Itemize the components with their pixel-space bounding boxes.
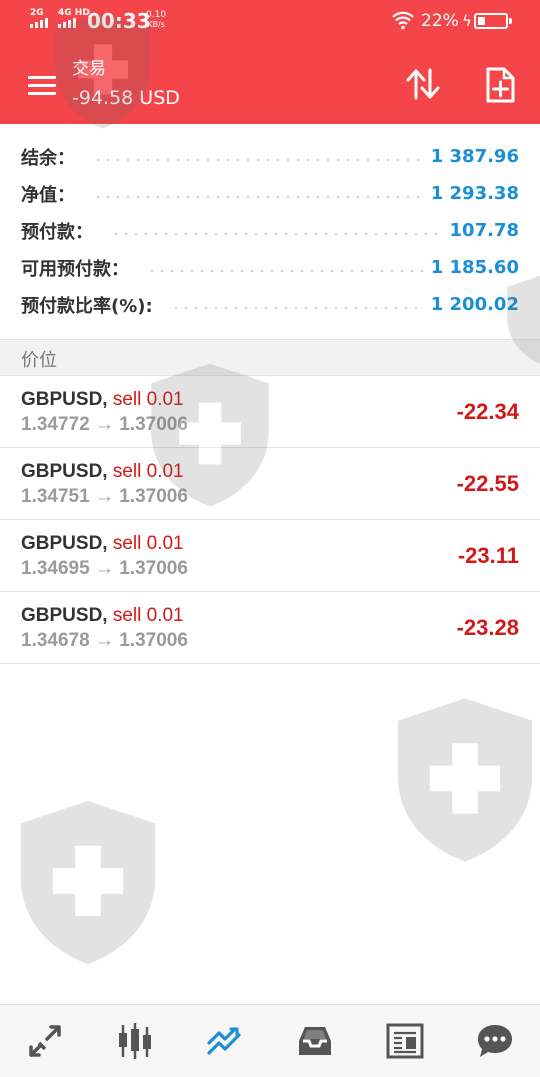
- summary-value: 1 200.02: [430, 294, 519, 315]
- page-title: 交易: [72, 59, 106, 79]
- open-price: 1.34772: [21, 414, 90, 435]
- summary-label: 预付款比率(%):: [21, 295, 153, 317]
- trade-trend-icon: [207, 1027, 241, 1055]
- app-header: 2G 4G HD 00:33 0.10 KB/s 22% ϟ 交易 -94.58…: [0, 0, 540, 124]
- arrow-right-icon: →: [94, 414, 114, 435]
- floating-profit: -94.58 USD: [72, 87, 180, 109]
- network-speed: 0.10 KB/s: [146, 10, 166, 30]
- bottom-navigation: [0, 1004, 540, 1077]
- battery-percent: 22%: [421, 11, 459, 31]
- position-symbol: GBPUSD,: [21, 461, 108, 482]
- position-row[interactable]: GBPUSD, sell 0.01 1.34695 → 1.37006 -23.…: [0, 520, 540, 592]
- nav-news[interactable]: [360, 1005, 450, 1077]
- summary-value: 107.78: [449, 220, 519, 241]
- summary-label: 净值：: [21, 184, 75, 206]
- section-header: 价位: [0, 339, 540, 376]
- new-order-icon[interactable]: [480, 66, 520, 104]
- arrow-right-icon: →: [94, 486, 114, 507]
- news-icon: [386, 1023, 424, 1059]
- summary-label: 结余：: [21, 147, 75, 169]
- open-price: 1.34678: [21, 630, 90, 651]
- summary-label: 预付款：: [21, 221, 93, 243]
- network-speed-unit: KB/s: [147, 20, 165, 29]
- current-price: 1.37006: [119, 486, 188, 507]
- arrow-right-icon: →: [94, 630, 114, 651]
- network-type-2: 4G HD: [58, 8, 90, 18]
- wifi-icon: [392, 11, 414, 30]
- position-row[interactable]: GBPUSD, sell 0.01 1.34772 → 1.37006 -22.…: [0, 376, 540, 448]
- position-profit: -23.11: [457, 543, 519, 568]
- charging-icon: ϟ: [462, 12, 472, 30]
- positions-list: GBPUSD, sell 0.01 1.34772 → 1.37006 -22.…: [0, 376, 540, 664]
- signal-strength-2-icon: [58, 18, 76, 28]
- current-price: 1.37006: [119, 414, 188, 435]
- dotted-leader: [147, 269, 423, 272]
- summary-label: 可用预付款：: [21, 258, 129, 280]
- dotted-leader: [111, 232, 442, 235]
- network-type-1: 2G: [30, 8, 44, 18]
- position-side: sell 0.01: [112, 533, 184, 554]
- position-symbol: GBPUSD,: [21, 605, 108, 626]
- summary-row-balance: 结余： 1 387.96: [0, 138, 540, 175]
- status-time: 00:33: [87, 9, 151, 33]
- dotted-leader: [93, 195, 423, 198]
- sort-arrows-icon[interactable]: [403, 66, 443, 102]
- summary-row-margin-level: 预付款比率(%): 1 200.02: [0, 286, 540, 323]
- watermark-shield-icon: [20, 800, 156, 965]
- summary-value: 1 293.38: [430, 183, 519, 204]
- position-side: sell 0.01: [112, 389, 184, 410]
- position-symbol: GBPUSD,: [21, 389, 108, 410]
- position-side: sell 0.01: [112, 461, 184, 482]
- status-bar: 2G 4G HD 00:33 0.10 KB/s 22% ϟ: [0, 0, 540, 42]
- position-symbol: GBPUSD,: [21, 533, 108, 554]
- history-inbox-icon: [299, 1027, 331, 1055]
- position-row[interactable]: GBPUSD, sell 0.01 1.34678 → 1.37006 -23.…: [0, 592, 540, 664]
- dotted-leader: [170, 306, 423, 309]
- section-title: 价位: [21, 350, 57, 371]
- candlestick-chart-icon: [119, 1023, 151, 1059]
- watermark-shield-icon: [397, 698, 533, 862]
- current-price: 1.37006: [119, 558, 188, 579]
- summary-value: 1 185.60: [430, 257, 519, 278]
- summary-value: 1 387.96: [430, 146, 519, 167]
- chat-icon: [478, 1025, 512, 1057]
- nav-chat[interactable]: [450, 1005, 540, 1077]
- summary-row-margin: 预付款： 107.78: [0, 212, 540, 249]
- nav-chart[interactable]: [90, 1005, 180, 1077]
- signal-strength-1-icon: [30, 18, 48, 28]
- open-price: 1.34751: [21, 486, 90, 507]
- summary-row-free-margin: 可用预付款： 1 185.60: [0, 249, 540, 286]
- nav-history[interactable]: [270, 1005, 360, 1077]
- position-side: sell 0.01: [112, 605, 184, 626]
- position-profit: -22.55: [456, 471, 519, 496]
- nav-quotes[interactable]: [0, 1005, 90, 1077]
- position-row[interactable]: GBPUSD, sell 0.01 1.34751 → 1.37006 -22.…: [0, 448, 540, 520]
- hamburger-menu-icon[interactable]: [22, 70, 62, 100]
- quotes-arrows-icon: [29, 1025, 61, 1057]
- battery-icon: [474, 13, 512, 29]
- open-price: 1.34695: [21, 558, 90, 579]
- network-speed-value: 0.10: [146, 10, 167, 20]
- dotted-leader: [93, 158, 423, 161]
- account-summary: 结余： 1 387.96 净值： 1 293.38 预付款： 107.78 可用…: [0, 138, 540, 323]
- arrow-right-icon: →: [94, 558, 114, 579]
- position-profit: -22.34: [456, 399, 519, 424]
- current-price: 1.37006: [119, 630, 188, 651]
- summary-row-equity: 净值： 1 293.38: [0, 175, 540, 212]
- nav-trade[interactable]: [180, 1005, 270, 1077]
- position-profit: -23.28: [456, 615, 519, 640]
